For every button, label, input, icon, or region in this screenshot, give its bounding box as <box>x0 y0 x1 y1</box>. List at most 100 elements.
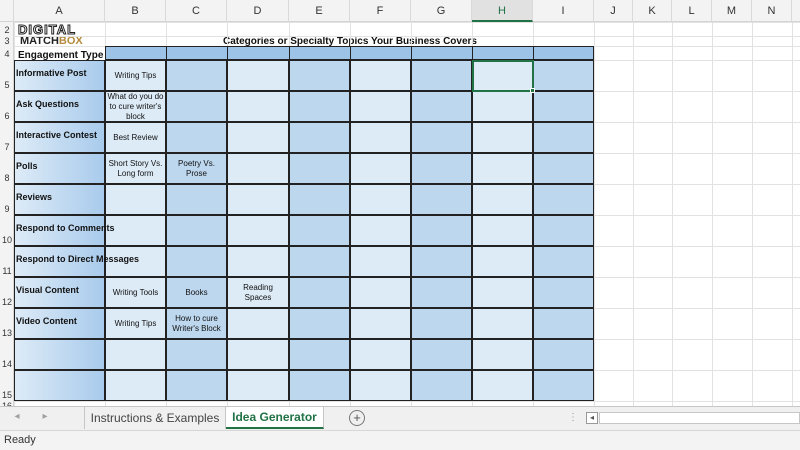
tab-split-handle-icon[interactable]: ⋮ <box>568 412 578 423</box>
tab-instructions-examples[interactable]: Instructions & Examples <box>84 407 226 429</box>
column-header-j[interactable]: J <box>594 0 633 22</box>
table-cell[interactable] <box>411 277 472 308</box>
table-cell[interactable] <box>350 122 411 153</box>
table-cell[interactable] <box>350 277 411 308</box>
row-header-7[interactable]: 7 <box>0 122 13 153</box>
table-cell[interactable] <box>227 246 289 277</box>
table-cell[interactable] <box>166 122 227 153</box>
prev-sheet-icon[interactable]: ◂ <box>10 411 24 422</box>
table-cell[interactable] <box>166 370 227 401</box>
column-header-g[interactable]: G <box>411 0 472 22</box>
row-header-2[interactable]: 2 <box>0 22 13 36</box>
table-cell[interactable] <box>350 215 411 246</box>
table-cell[interactable] <box>105 339 166 370</box>
table-cell[interactable] <box>533 153 594 184</box>
table-cell[interactable] <box>350 60 411 91</box>
table-cell[interactable] <box>533 184 594 215</box>
table-cell[interactable] <box>533 339 594 370</box>
row-header-9[interactable]: 9 <box>0 184 13 215</box>
table-cell[interactable] <box>350 370 411 401</box>
table-cell[interactable] <box>227 60 289 91</box>
table-cell[interactable] <box>472 184 533 215</box>
column-header-f[interactable]: F <box>350 0 411 22</box>
row-header-3[interactable]: 3 <box>0 36 13 46</box>
column-header-c[interactable]: C <box>166 0 227 22</box>
column-header-h[interactable]: H <box>472 0 533 22</box>
table-cell[interactable] <box>289 339 350 370</box>
add-sheet-button[interactable]: + <box>349 410 365 426</box>
row-header-11[interactable]: 11 <box>0 246 13 277</box>
table-cell[interactable] <box>227 184 289 215</box>
table-cell[interactable] <box>289 184 350 215</box>
table-cell[interactable] <box>289 153 350 184</box>
table-cell[interactable] <box>350 308 411 339</box>
table-cell[interactable] <box>411 246 472 277</box>
active-cell-selection[interactable] <box>472 60 534 92</box>
table-cell[interactable] <box>350 153 411 184</box>
table-cell[interactable] <box>411 91 472 122</box>
horizontal-scrollbar[interactable] <box>599 412 800 424</box>
row-header-14[interactable]: 14 <box>0 339 13 370</box>
table-cell[interactable] <box>472 370 533 401</box>
table-cell[interactable] <box>350 91 411 122</box>
table-cell[interactable] <box>289 246 350 277</box>
table-cell[interactable] <box>289 215 350 246</box>
column-header-a[interactable]: A <box>14 0 105 22</box>
table-cell[interactable] <box>411 215 472 246</box>
column-header-e[interactable]: E <box>289 0 350 22</box>
table-cell[interactable] <box>472 215 533 246</box>
table-cell[interactable] <box>227 215 289 246</box>
table-cell[interactable] <box>289 308 350 339</box>
table-cell[interactable] <box>411 339 472 370</box>
table-cell[interactable] <box>411 308 472 339</box>
table-cell[interactable] <box>533 277 594 308</box>
row-label-cell[interactable] <box>14 339 105 370</box>
table-cell[interactable] <box>533 91 594 122</box>
table-cell[interactable] <box>166 215 227 246</box>
table-cell[interactable] <box>533 215 594 246</box>
select-all-corner[interactable] <box>0 0 14 22</box>
table-cell[interactable] <box>472 153 533 184</box>
column-header-k[interactable]: K <box>633 0 672 22</box>
column-header-l[interactable]: L <box>672 0 712 22</box>
column-header-m[interactable]: M <box>712 0 752 22</box>
row-header-15[interactable]: 15 <box>0 370 13 401</box>
table-cell[interactable] <box>350 246 411 277</box>
table-cell[interactable] <box>472 91 533 122</box>
scroll-left-icon[interactable]: ◂ <box>586 412 598 424</box>
table-cell[interactable] <box>472 277 533 308</box>
table-cell[interactable] <box>411 153 472 184</box>
table-cell[interactable] <box>227 339 289 370</box>
table-cell[interactable] <box>105 370 166 401</box>
table-cell[interactable] <box>227 91 289 122</box>
column-header-d[interactable]: D <box>227 0 289 22</box>
table-cell[interactable] <box>289 370 350 401</box>
table-cell[interactable] <box>533 122 594 153</box>
table-cell[interactable] <box>289 122 350 153</box>
table-cell[interactable] <box>166 339 227 370</box>
table-cell[interactable] <box>472 308 533 339</box>
table-cell[interactable] <box>533 370 594 401</box>
table-cell[interactable] <box>533 246 594 277</box>
next-sheet-icon[interactable]: ▸ <box>38 411 52 422</box>
table-cell[interactable] <box>289 60 350 91</box>
table-cell[interactable] <box>105 184 166 215</box>
worksheet-grid[interactable]: DIGITAL MATCHBOX Categories or Specialty… <box>14 22 800 406</box>
table-cell[interactable] <box>166 246 227 277</box>
row-header-12[interactable]: 12 <box>0 277 13 308</box>
table-cell[interactable] <box>289 277 350 308</box>
table-cell[interactable] <box>227 370 289 401</box>
table-cell[interactable] <box>411 122 472 153</box>
table-cell[interactable] <box>472 246 533 277</box>
table-cell[interactable] <box>533 308 594 339</box>
table-cell[interactable] <box>227 308 289 339</box>
row-header-8[interactable]: 8 <box>0 153 13 184</box>
tab-idea-generator[interactable]: Idea Generator <box>226 407 324 429</box>
table-cell[interactable] <box>350 339 411 370</box>
table-cell[interactable] <box>472 339 533 370</box>
table-cell[interactable] <box>411 184 472 215</box>
table-cell[interactable] <box>289 91 350 122</box>
row-header-10[interactable]: 10 <box>0 215 13 246</box>
table-cell[interactable] <box>411 60 472 91</box>
column-header-n[interactable]: N <box>752 0 792 22</box>
